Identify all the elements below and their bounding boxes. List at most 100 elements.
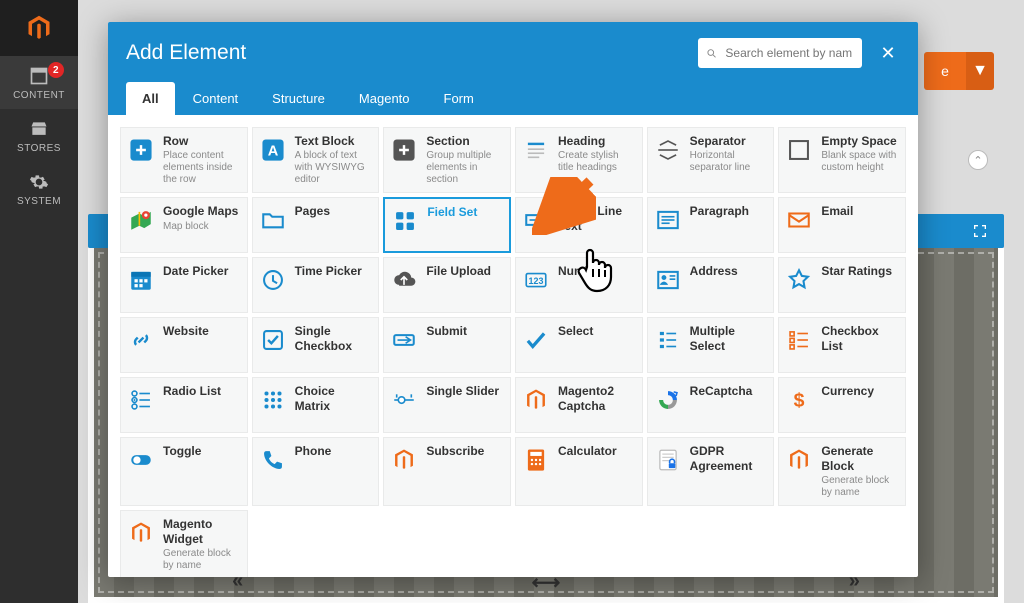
element-desc: Group multiple elements in section [426,150,504,186]
tab-content[interactable]: Content [177,82,255,115]
element-gdpr-agreement[interactable]: GDPR Agreement [647,437,775,506]
element-time-picker[interactable]: Time Picker [252,257,380,313]
element-star-ratings[interactable]: Star Ratings [778,257,906,313]
element-label: Single Slider [426,384,499,398]
element-label: Section [426,134,504,148]
element-address[interactable]: Address [647,257,775,313]
element-desc: Create stylish title headings [558,150,636,174]
tab-all[interactable]: All [126,82,175,115]
tab-form[interactable]: Form [428,82,490,115]
element-field-set[interactable]: Field Set [383,197,511,253]
element-website[interactable]: Website [120,317,248,373]
plus-box-dark-icon [390,136,418,164]
element-heading[interactable]: HeadingCreate stylish title headings [515,127,643,193]
element-label: Magento Widget [163,517,241,546]
heading-icon [522,136,550,164]
element-toggle[interactable]: Toggle [120,437,248,506]
magento-logo[interactable] [0,0,78,56]
element-submit[interactable]: Submit [383,317,511,373]
admin-sidebar: CONTENT 2 STORES SYSTEM [0,0,78,603]
element-pages[interactable]: Pages [252,197,380,253]
element-label: Currency [821,384,874,398]
element-label: Single Line Text [558,204,636,233]
number-icon: 123 [522,266,550,294]
sidebar-item-content[interactable]: CONTENT 2 [0,56,78,109]
sidebar-label: CONTENT [13,90,65,101]
element-label: Email [821,204,853,218]
matrix-icon [259,386,287,414]
element-select[interactable]: Select [515,317,643,373]
element-separator[interactable]: Separator Horizontal separator line [647,127,775,193]
magento-icon [522,386,550,414]
element-generate-block[interactable]: Generate BlockGenerate block by name [778,437,906,506]
element-phone[interactable]: Phone [252,437,380,506]
element-grid: RowPlace content elements inside the row… [120,127,906,577]
svg-text:$: $ [794,390,805,412]
element-checkbox-list[interactable]: Checkbox List [778,317,906,373]
element-email[interactable]: Email [778,197,906,253]
element-calculator[interactable]: Calculator [515,437,643,506]
gmaps-icon [127,206,155,234]
element-desc: Generate block by name [821,475,899,499]
search-icon [706,47,717,60]
element-desc: A block of text with WYSIWYG editor [295,150,373,186]
element-recaptcha[interactable]: ReCaptcha [647,377,775,433]
element-desc: Horizontal separator line [690,150,768,174]
element-row[interactable]: RowPlace content elements inside the row [120,127,248,193]
element-date-picker[interactable]: Date Picker [120,257,248,313]
element-magento-widget[interactable]: Magento WidgetGenerate block by name [120,510,248,577]
textline-icon [522,206,550,234]
element-label: Single Checkbox [295,324,373,353]
notification-badge: 2 [48,62,64,78]
save-button-label: e [924,52,966,90]
tab-magento[interactable]: Magento [343,82,426,115]
element-label: Magento2 Captcha [558,384,636,413]
fullscreen-icon[interactable] [966,217,994,245]
folder-icon [259,206,287,234]
element-section[interactable]: Section Group multiple elements in sectio… [383,127,511,193]
letter-a-icon: A [259,136,287,164]
element-label: Empty Space [821,134,899,148]
element-single-checkbox[interactable]: Single Checkbox [252,317,380,373]
element-multiple-select[interactable]: Multiple Select [647,317,775,373]
sidebar-item-stores[interactable]: STORES [0,109,78,162]
element-number[interactable]: 123Number [515,257,643,313]
element-label: Row [163,134,241,148]
element-single-line-text[interactable]: Single Line Text [515,197,643,253]
element-single-slider[interactable]: Single Slider [383,377,511,433]
element-label: Submit [426,324,467,338]
upload-icon [390,266,418,294]
element-label: Multiple Select [690,324,768,353]
modal-tabs: AllContentStructureMagentoForm [126,82,900,115]
element-label: Address [690,264,738,278]
add-element-modal: Add Element ✕ AllContentStructureMagento… [108,22,918,577]
element-text-block[interactable]: AText BlockA block of text with WYSIWYG … [252,127,380,193]
element-subscribe[interactable]: Subscribe [383,437,511,506]
element-file-upload[interactable]: File Upload [383,257,511,313]
element-desc: Blank space with custom height [821,150,899,174]
search-box[interactable] [698,38,862,68]
svg-text:A: A [267,144,278,160]
plus-box-icon [127,136,155,164]
element-google-maps[interactable]: Google Maps Map block [120,197,248,253]
element-magento2-captcha[interactable]: Magento2 Captcha [515,377,643,433]
empty-icon [785,136,813,164]
element-label: Generate Block [821,444,899,473]
save-split-button[interactable]: e ▼ [924,52,994,90]
element-radio-list[interactable]: Radio List [120,377,248,433]
element-empty-space[interactable]: Empty Space Blank space with custom heigh… [778,127,906,193]
element-currency[interactable]: $ Currency [778,377,906,433]
search-input[interactable] [723,45,854,61]
element-desc: Map block [163,221,238,233]
element-paragraph[interactable]: Paragraph [647,197,775,253]
tab-structure[interactable]: Structure [256,82,341,115]
sidebar-label: STORES [17,143,61,154]
close-icon[interactable]: ✕ [876,43,900,64]
separator-icon [654,136,682,164]
collapse-toggle[interactable]: ⌃ [968,150,988,170]
element-label: Google Maps [163,204,238,218]
sidebar-item-system[interactable]: SYSTEM [0,162,78,215]
element-choice-matrix[interactable]: Choice Matrix [252,377,380,433]
element-label: Separator [690,134,768,148]
element-label: Paragraph [690,204,749,218]
